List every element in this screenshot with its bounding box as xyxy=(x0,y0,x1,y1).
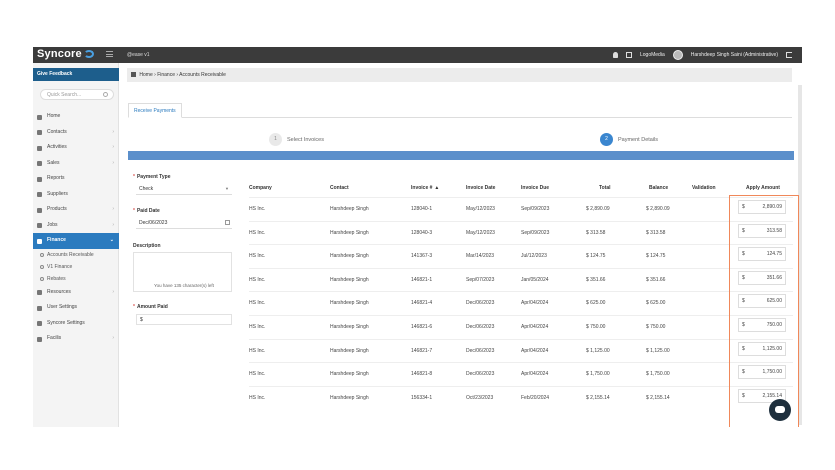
cell-invoice: 146821-8 xyxy=(411,371,433,378)
cell-date: Sep/07/2023 xyxy=(466,276,495,283)
cell-due: Sep/09/2023 xyxy=(521,206,550,212)
column-header-invoice-due[interactable]: Invoice Due xyxy=(521,185,549,191)
chat-button[interactable] xyxy=(769,399,791,421)
cell-invoice: 146821-1 xyxy=(411,276,433,283)
table-row[interactable]: HS Inc. Harshdeep Singh 128040-1 May/12/202… xyxy=(249,197,793,221)
amount-paid-input[interactable]: $ xyxy=(136,314,232,325)
cell-company: HS Inc. xyxy=(249,253,266,260)
cell-contact: Harshdeep Singh xyxy=(330,347,369,354)
cell-total: $ 2,155.14 xyxy=(586,394,610,401)
cell-balance: $ 124.75 xyxy=(646,253,666,260)
cell-total: $ 1,750.00 xyxy=(586,371,610,378)
column-header-company[interactable]: Company xyxy=(249,185,272,191)
table-row[interactable]: HS Inc. Harshdeep Singh 146821-1 Sep/07/202… xyxy=(249,267,793,292)
cell-due: Feb/20/2024 xyxy=(521,394,550,401)
cell-total: $ 1,125.00 xyxy=(586,347,610,354)
column-header-balance[interactable]: Balance xyxy=(649,185,668,191)
table-row[interactable]: HS Inc. Harshdeep Singh 146821-8 Dec/06/202… xyxy=(249,362,793,386)
sort-asc-icon: ▲ xyxy=(434,185,440,191)
cell-company: HS Inc. xyxy=(249,206,266,212)
chat-bubble-icon xyxy=(775,406,785,413)
cell-due: Apr/04/2024 xyxy=(521,371,549,378)
cell-contact: Harshdeep Singh xyxy=(330,371,369,378)
cell-invoice: 146821-7 xyxy=(411,347,433,354)
cell-invoice: 128040-3 xyxy=(411,229,433,236)
cell-invoice: 146821-4 xyxy=(411,300,433,307)
cell-contact: Harshdeep Singh xyxy=(330,229,369,236)
cell-company: HS Inc. xyxy=(249,229,266,236)
payment-type-select[interactable]: Check ▼ xyxy=(136,184,232,195)
cell-contact: Harshdeep Singh xyxy=(330,300,369,307)
cell-company: HS Inc. xyxy=(249,300,266,307)
cell-total: $ 313.58 xyxy=(586,229,606,236)
cell-date: Dec/06/2023 xyxy=(466,300,495,307)
table-row[interactable]: HS Inc. Harshdeep Singh 146821-4 Dec/06/202… xyxy=(249,291,793,315)
cell-date: May/12/2023 xyxy=(466,206,495,212)
cell-balance: $ 750.00 xyxy=(646,324,666,330)
table-row[interactable]: HS Inc. Harshdeep Singh 128040-3 May/12/202… xyxy=(249,220,793,245)
cell-balance: $ 313.58 xyxy=(646,229,666,236)
cell-due: Apr/04/2024 xyxy=(521,324,549,330)
paid-date-input[interactable]: Dec/06/2023 xyxy=(136,218,232,229)
cell-total: $ 750.00 xyxy=(586,324,606,330)
cell-total: $ 124.75 xyxy=(586,253,606,260)
table-row[interactable]: HS Inc. Harshdeep Singh 141367-3 Mar/14/202… xyxy=(249,244,793,268)
app-window: Syncore @ease v1 LogoMedia Harshdeep Sin… xyxy=(33,47,802,427)
column-header-contact[interactable]: Contact xyxy=(330,185,349,191)
description-label: Description xyxy=(133,243,161,249)
calendar-icon[interactable] xyxy=(225,220,230,225)
column-header-apply-amount[interactable]: Apply Amount xyxy=(746,185,780,191)
cell-date: Mar/14/2023 xyxy=(466,253,495,260)
cell-balance: $ 2,155.14 xyxy=(646,394,670,401)
cell-due: Apr/04/2024 xyxy=(521,347,549,354)
cell-company: HS Inc. xyxy=(249,394,266,401)
table-row[interactable]: HS Inc. Harshdeep Singh 146821-6 Dec/06/202… xyxy=(249,315,793,339)
cell-due: Jan/05/2024 xyxy=(521,276,549,283)
column-header-invoice-date[interactable]: Invoice Date xyxy=(466,185,495,191)
column-header-invoice[interactable]: Invoice # ▲ xyxy=(411,185,439,191)
column-header-total[interactable]: Total xyxy=(599,185,611,191)
cell-total: $ 351.66 xyxy=(586,276,606,283)
cell-balance: $ 1,125.00 xyxy=(646,347,670,354)
cell-date: Oct/23/2023 xyxy=(466,394,494,401)
cell-total: $ 625.00 xyxy=(586,300,606,307)
table-row[interactable]: HS Inc. Harshdeep Singh 156334-1 Oct/23/202… xyxy=(249,385,793,410)
cell-balance: $ 351.66 xyxy=(646,276,666,283)
cell-date: Dec/06/2023 xyxy=(466,324,495,330)
cell-date: Dec/06/2023 xyxy=(466,371,495,378)
cell-company: HS Inc. xyxy=(249,347,266,354)
cell-invoice: 128040-1 xyxy=(411,206,433,212)
cell-contact: Harshdeep Singh xyxy=(330,394,369,401)
cell-contact: Harshdeep Singh xyxy=(330,324,369,330)
cell-balance: $ 1,750.00 xyxy=(646,371,670,378)
cell-date: Dec/06/2023 xyxy=(466,347,495,354)
cell-contact: Harshdeep Singh xyxy=(330,206,369,212)
cell-company: HS Inc. xyxy=(249,324,266,330)
cell-invoice: 141367-3 xyxy=(411,253,433,260)
cell-company: HS Inc. xyxy=(249,276,266,283)
chevron-down-icon: ▼ xyxy=(225,186,229,191)
cell-balance: $ 625.00 xyxy=(646,300,666,307)
cell-contact: Harshdeep Singh xyxy=(330,253,369,260)
payment-type-label: * Payment Type xyxy=(133,174,171,180)
cell-invoice: 156334-1 xyxy=(411,394,433,401)
cell-contact: Harshdeep Singh xyxy=(330,276,369,283)
cell-total: $ 2,890.09 xyxy=(586,206,610,212)
cell-invoice: 146821-6 xyxy=(411,324,433,330)
cell-due: Sep/09/2023 xyxy=(521,229,550,236)
column-header-validation[interactable]: Validation xyxy=(692,185,716,191)
paid-date-label: * Paid Date xyxy=(133,208,160,214)
cell-due: Jul/12/2023 xyxy=(521,253,547,260)
apply-amount-highlight xyxy=(729,195,799,427)
amount-paid-label: * Amount Paid xyxy=(133,304,168,310)
table-row[interactable]: HS Inc. Harshdeep Singh 146821-7 Dec/06/202… xyxy=(249,338,793,363)
cell-balance: $ 2,890.09 xyxy=(646,206,670,212)
cell-company: HS Inc. xyxy=(249,371,266,378)
cell-date: May/12/2023 xyxy=(466,229,495,236)
description-char-count: You have 135 character(s) left xyxy=(154,283,214,288)
cell-due: Apr/04/2024 xyxy=(521,300,549,307)
